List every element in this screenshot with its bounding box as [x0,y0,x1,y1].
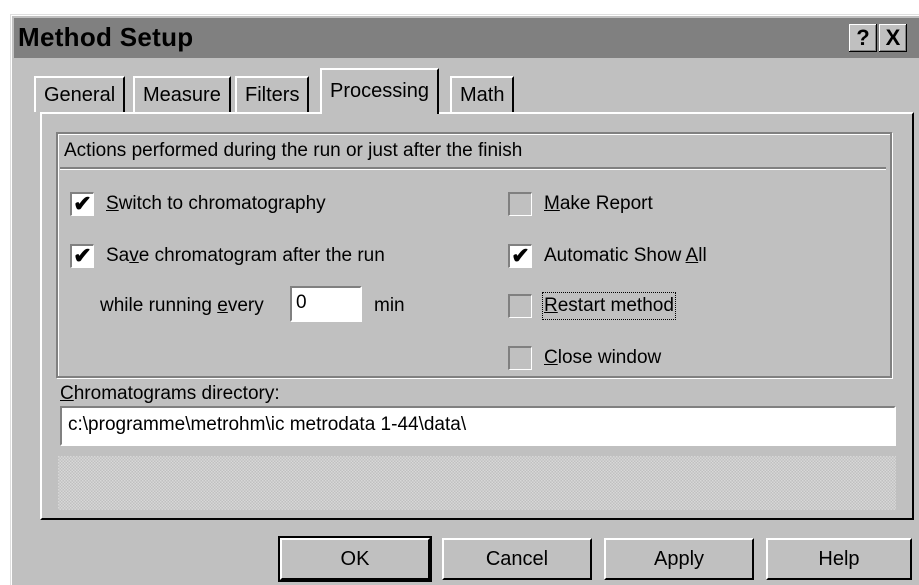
close-icon[interactable]: X [879,24,907,52]
restart-method-label[interactable]: Restart method [542,292,676,320]
minutes-unit-label: min [374,295,405,316]
apply-button[interactable]: Apply [604,538,754,580]
tab-math[interactable]: Math [450,76,515,112]
automatic-show-all-checkbox[interactable]: ✔ [508,244,532,268]
close-window-checkbox[interactable] [508,346,532,370]
chromatograms-directory-label: Chromatograms directory: [60,383,280,404]
restart-method-checkbox[interactable] [508,294,532,318]
processing-panel: Actions performed during the run or just… [40,112,914,520]
switch-to-chromatography-checkbox[interactable]: ✔ [70,192,94,216]
switch-to-chromatography-label[interactable]: Switch to chromatography [106,192,326,216]
while-running-label: while running every [100,295,264,316]
title-bar: Method Setup ? X [14,18,919,58]
help-button[interactable]: Help [766,538,912,580]
method-setup-dialog: Method Setup ? X General Measure Filters… [10,14,919,585]
tab-filters[interactable]: Filters [235,76,310,112]
chromatograms-directory-input[interactable]: c:\programme\metrohm\ic metrodata 1-44\d… [60,406,896,446]
cancel-button[interactable]: Cancel [442,538,592,580]
make-report-label[interactable]: Make Report [544,192,653,216]
panel-dither-area [58,456,896,510]
actions-group-title: Actions performed during the run or just… [60,135,886,169]
save-chromatogram-checkbox[interactable]: ✔ [70,244,94,268]
tab-general[interactable]: General [34,76,126,112]
interval-minutes-input[interactable]: 0 [290,286,362,322]
window-title: Method Setup [18,22,194,52]
automatic-show-all-label[interactable]: Automatic Show All [544,244,707,268]
ok-button[interactable]: OK [278,536,432,582]
save-chromatogram-label[interactable]: Save chromatogram after the run [106,244,385,268]
tab-processing[interactable]: Processing [320,68,439,114]
tab-measure[interactable]: Measure [133,76,231,112]
actions-group: Actions performed during the run or just… [56,132,892,378]
close-window-label[interactable]: Close window [544,346,661,370]
make-report-checkbox[interactable] [508,192,532,216]
help-icon[interactable]: ? [849,24,877,52]
